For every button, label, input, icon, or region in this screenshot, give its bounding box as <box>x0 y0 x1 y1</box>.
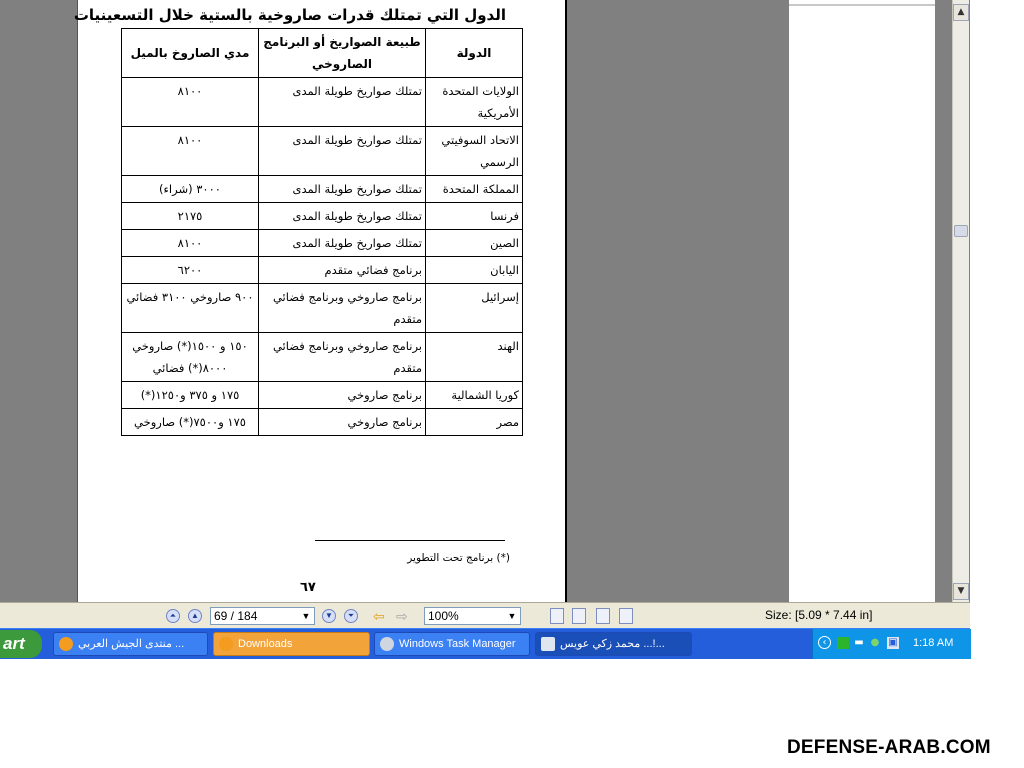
cell-range: ٨١٠٠ <box>121 77 259 127</box>
single-page-layout-icon[interactable] <box>550 608 564 624</box>
scroll-thumb[interactable] <box>954 225 968 237</box>
taskbar-item-label: Windows Task Manager <box>399 638 516 650</box>
cell-nature: تمتلك صواريخ طويلة المدى <box>258 175 426 203</box>
cell-country: الولايات المتحدة الأمريكية <box>425 77 523 127</box>
taskbar-item[interactable]: محمد زكي عويس ...!... <box>535 632 692 656</box>
taskbar-item-label: منتدى الجيش العربي ... <box>78 638 185 650</box>
cell-nature: تمتلك صواريخ طويلة المدى <box>258 229 426 257</box>
scroll-up-button[interactable]: ▲ <box>953 4 969 21</box>
cell-range: ٨١٠٠ <box>121 229 259 257</box>
taskbar-item[interactable]: منتدى الجيش العربي ... <box>53 632 208 656</box>
cell-range: ٨١٠٠ <box>121 126 259 176</box>
previous-page-icon[interactable]: ▲ <box>188 609 202 623</box>
footnote: (*) برنامج تحت التطوير <box>407 552 510 564</box>
next-page-preview <box>789 0 935 602</box>
taskbar-item[interactable]: Windows Task Manager <box>374 632 530 656</box>
page-size-readout: Size: [5.09 * 7.44 in] <box>765 608 873 622</box>
facing-pages-layout-icon[interactable] <box>596 608 610 624</box>
table-header-row: الدولة طبيعة الصواريخ أو البرنامج الصارو… <box>121 28 523 78</box>
task-manager-icon <box>380 637 394 651</box>
next-page-icon[interactable]: ▼ <box>322 609 336 623</box>
globe-icon[interactable]: ● <box>869 637 881 649</box>
table-row: الاتحاد السوفيتي الرسمي تمتلك صواريخ طوي… <box>121 126 523 176</box>
system-tray: ‹ ▬ ● ▣ 1:18 AM <box>812 629 971 659</box>
table-row: اليابان برنامج فضائي متقدم ٦٢٠٠ <box>121 256 523 284</box>
cell-country: إسرائيل <box>425 283 523 333</box>
cell-nature: برنامج صاروخي <box>258 408 426 436</box>
cell-range: ١٧٥ و٧٥٠٠(*) صاروخي <box>121 408 259 436</box>
hardware-icon[interactable]: ▬ <box>853 637 865 649</box>
header-nature: طبيعة الصواريخ أو البرنامج الصاروخي <box>258 28 426 78</box>
document-viewer[interactable]: الدول التي تمتلك قدرات صاروخية بالستية خ… <box>0 0 970 602</box>
cell-country: كوريا الشمالية <box>425 381 523 409</box>
page-gap <box>935 0 952 602</box>
watermark: DEFENSE-ARAB.COM <box>787 737 991 758</box>
cell-range: ١٧٥ و ٣٧٥ و١٢٥٠(*) <box>121 381 259 409</box>
cell-nature: برنامج صاروخي <box>258 381 426 409</box>
start-button[interactable]: art <box>0 630 42 658</box>
cell-nature: برنامج صاروخي وبرنامج فضائي متقدم <box>258 332 426 382</box>
clock[interactable]: 1:18 AM <box>913 637 953 649</box>
scroll-down-button[interactable]: ▼ <box>953 583 969 600</box>
footnote-divider <box>315 540 505 541</box>
missile-capabilities-table: الدولة طبيعة الصواريخ أو البرنامج الصارو… <box>121 28 523 436</box>
zoom-field[interactable]: 100% ▼ <box>424 607 521 625</box>
table-row: مصر برنامج صاروخي ١٧٥ و٧٥٠٠(*) صاروخي <box>121 408 523 436</box>
windows-taskbar: art منتدى الجيش العربي ... Downloads Win… <box>0 628 971 659</box>
first-page-icon[interactable]: ⏶ <box>166 609 180 623</box>
cell-nature: برنامج صاروخي وبرنامج فضائي متقدم <box>258 283 426 333</box>
page-number-field[interactable]: 69 / 184 ▼ <box>210 607 315 625</box>
back-arrow-icon[interactable]: ⇦ <box>373 608 385 624</box>
cell-range: ٢١٧٥ <box>121 202 259 230</box>
vertical-scrollbar[interactable]: ▲ ▼ <box>952 0 969 602</box>
firefox-icon <box>219 637 233 651</box>
collapse-tray-icon[interactable]: ‹ <box>818 636 831 649</box>
forward-arrow-icon[interactable]: ⇨ <box>396 608 408 624</box>
cell-country: الهند <box>425 332 523 382</box>
taskbar-item[interactable]: Downloads <box>213 632 370 656</box>
cell-country: اليابان <box>425 256 523 284</box>
header-country: الدولة <box>425 28 523 78</box>
taskbar-item-label: Downloads <box>238 638 293 650</box>
table-row: الصين تمتلك صواريخ طويلة المدى ٨١٠٠ <box>121 229 523 257</box>
cell-country: المملكة المتحدة <box>425 175 523 203</box>
page-edge <box>565 0 567 602</box>
last-page-icon[interactable]: ⏷ <box>344 609 358 623</box>
cell-nature: تمتلك صواريخ طويلة المدى <box>258 202 426 230</box>
firefox-icon <box>59 637 73 651</box>
header-range: مدي الصاروخ بالميل <box>121 28 259 78</box>
chevron-down-icon[interactable]: ▼ <box>299 609 313 623</box>
table-row: الولايات المتحدة الأمريكية تمتلك صواريخ … <box>121 77 523 127</box>
cell-range: ٣٠٠٠ (شراء) <box>121 175 259 203</box>
page-number: ٦٧ <box>300 580 316 595</box>
cell-country: الصين <box>425 229 523 257</box>
cell-range: ٩٠٠ صاروخي ٣١٠٠ فضائي <box>121 283 259 333</box>
page-divider <box>789 4 935 6</box>
cell-country: فرنسا <box>425 202 523 230</box>
chevron-down-icon[interactable]: ▼ <box>505 609 519 623</box>
continuous-layout-icon[interactable] <box>572 608 586 624</box>
continuous-facing-layout-icon[interactable] <box>619 608 633 624</box>
table-row: فرنسا تمتلك صواريخ طويلة المدى ٢١٧٥ <box>121 202 523 230</box>
taskbar-item-label: محمد زكي عويس ...!... <box>560 638 665 650</box>
table-row: كوريا الشمالية برنامج صاروخي ١٧٥ و ٣٧٥ و… <box>121 381 523 409</box>
cell-nature: تمتلك صواريخ طويلة المدى <box>258 77 426 127</box>
table-row: المملكة المتحدة تمتلك صواريخ طويلة المدى… <box>121 175 523 203</box>
cell-range: ٦٢٠٠ <box>121 256 259 284</box>
app-tray-icon[interactable]: ▣ <box>887 637 899 649</box>
document-icon <box>541 637 555 651</box>
network-icon[interactable] <box>837 637 849 649</box>
viewer-statusbar: ⏶ ▲ 69 / 184 ▼ ▼ ⏷ ⇦ ⇨ 100% ▼ Size: [5.0… <box>0 602 970 629</box>
cell-nature: برنامج فضائي متقدم <box>258 256 426 284</box>
cell-country: مصر <box>425 408 523 436</box>
page-number-value: 69 / 184 <box>214 609 258 623</box>
document-title: الدول التي تمتلك قدرات صاروخية بالستية خ… <box>73 6 506 24</box>
table-row: إسرائيل برنامج صاروخي وبرنامج فضائي متقد… <box>121 283 523 333</box>
cell-range: ١٥٠ و ١٥٠٠(*) صاروخي ٨٠٠٠(*) فضائي <box>121 332 259 382</box>
cell-nature: تمتلك صواريخ طويلة المدى <box>258 126 426 176</box>
cell-country: الاتحاد السوفيتي الرسمي <box>425 126 523 176</box>
zoom-value: 100% <box>428 609 459 623</box>
table-row: الهند برنامج صاروخي وبرنامج فضائي متقدم … <box>121 332 523 382</box>
